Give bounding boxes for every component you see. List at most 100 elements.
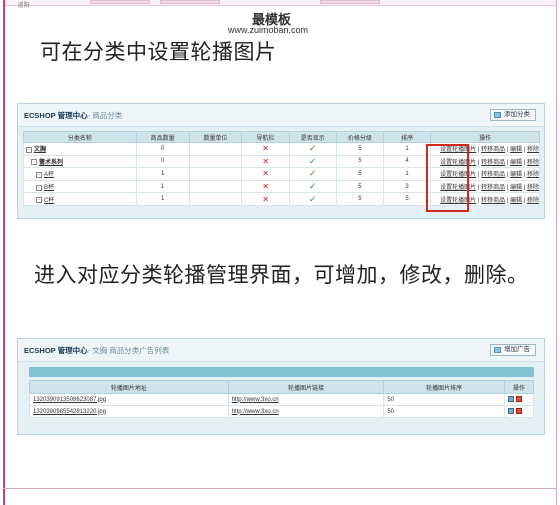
image-url-link[interactable]: http://www.3xo.cn <box>232 397 279 403</box>
nav-status[interactable]: ✕ <box>241 167 290 181</box>
top-strip <box>5 0 556 6</box>
price-grade: 5 <box>335 142 385 156</box>
column-header[interactable]: 排序 <box>383 131 432 143</box>
nav-status[interactable]: ✕ <box>241 179 290 194</box>
table-top-band <box>29 367 534 377</box>
show-status[interactable]: ✓ <box>288 192 337 206</box>
table-row: - B杯 1 ✕ ✓ 5 3 设置轮播图片 | 转移商品 | 编辑 | 移除 <box>23 179 540 194</box>
category-name[interactable]: A杯 <box>44 172 54 178</box>
move-goods-link[interactable]: 转移商品 <box>481 160 505 166</box>
image-link-cell: http://www.3xo.cn <box>227 393 385 406</box>
delete-icon[interactable] <box>516 396 522 403</box>
collapse-toggle[interactable]: - <box>26 146 32 153</box>
nav-status[interactable]: ✕ <box>241 142 290 156</box>
show-status[interactable]: ✓ <box>288 167 337 181</box>
set-banner-link[interactable]: 设置轮播图片 <box>440 147 476 153</box>
collapse-toggle[interactable]: - <box>36 197 42 204</box>
x-mark-icon: ✕ <box>262 169 269 179</box>
x-mark-icon: ✕ <box>262 194 269 204</box>
goods-count: 0 <box>135 154 190 169</box>
edit-icon[interactable] <box>508 408 514 415</box>
check-icon: ✓ <box>308 143 317 154</box>
image-file-link[interactable]: 1320390985542813220.jpg <box>33 409 106 415</box>
category-name-cell: - B杯 <box>23 179 137 194</box>
category-name[interactable]: 文胸 <box>34 147 46 153</box>
set-banner-link[interactable]: 设置轮播图片 <box>440 160 476 166</box>
price-grade: 5 <box>335 154 385 169</box>
move-goods-link[interactable]: 转移商品 <box>481 147 505 153</box>
add-category-button[interactable]: 添加分类 <box>490 109 536 121</box>
right-border <box>556 0 557 505</box>
table-row: - 蕾术系列 0 ✕ ✓ 5 4 设置轮播图片 | 转移商品 | 编辑 | 移除 <box>23 154 540 169</box>
edit-link[interactable]: 编辑 <box>510 172 522 178</box>
column-header: 轮播图片链接 <box>227 380 385 394</box>
edit-link[interactable]: 编辑 <box>510 185 522 191</box>
table-row: - A杯 1 ✕ ✓ 5 1 设置轮播图片 | 转移商品 | 编辑 | 移除 <box>23 167 540 181</box>
panel-title: ECSHOP 管理中心- 商品分类 <box>24 111 123 120</box>
show-status[interactable]: ✓ <box>288 154 337 169</box>
category-name[interactable]: B杯 <box>44 185 54 191</box>
edit-link[interactable]: 编辑 <box>510 147 522 153</box>
image-address: 1320390985542813220.jpg <box>29 405 229 418</box>
sort-order: 1 <box>383 167 432 181</box>
category-name[interactable]: 蕾术系列 <box>39 160 63 166</box>
add-ad-button[interactable]: 增加广告 <box>490 344 536 356</box>
edit-link[interactable]: 编辑 <box>510 160 522 166</box>
image-file-link[interactable]: 1320390913508623087.jpg <box>33 397 106 403</box>
measure-unit <box>188 142 243 156</box>
collapse-toggle[interactable]: - <box>36 171 42 178</box>
delete-icon[interactable] <box>516 408 522 415</box>
show-status[interactable]: ✓ <box>288 179 337 194</box>
category-name[interactable]: C杯 <box>44 198 54 204</box>
image-sort: 50 <box>383 405 505 418</box>
table-header-row: 轮播图片地址 轮播图片链接 轮播图片排序 操作 <box>29 380 534 394</box>
column-header[interactable]: 价格分级 <box>335 131 385 143</box>
edit-icon[interactable] <box>508 396 514 403</box>
table-row: - 文胸 0 ✕ ✓ 5 1 设置轮播图片 | 转移商品 | 编辑 | 移除 <box>23 142 540 156</box>
remove-link[interactable]: 移除 <box>527 198 539 204</box>
table-row: 1320390985542813220.jpg http://www.3xo.c… <box>29 405 534 418</box>
top-tab-fragment <box>320 0 380 4</box>
operations-cell: 设置轮播图片 | 转移商品 | 编辑 | 移除 <box>430 142 540 156</box>
collapse-toggle[interactable]: - <box>36 184 42 191</box>
column-header[interactable]: 数量单位 <box>188 131 243 143</box>
column-header[interactable]: 导航栏 <box>241 131 290 143</box>
column-header[interactable]: 商品数量 <box>135 131 190 143</box>
left-border <box>3 0 5 505</box>
nav-status[interactable]: ✕ <box>241 154 290 169</box>
nav-status[interactable]: ✕ <box>241 192 290 206</box>
column-header[interactable]: 是否显示 <box>288 131 337 143</box>
goods-count: 1 <box>135 167 190 181</box>
banner-table: 轮播图片地址 轮播图片链接 轮播图片排序 操作 1320390913508623… <box>29 380 534 418</box>
goods-count: 1 <box>135 179 190 194</box>
add-icon <box>494 112 501 118</box>
operations-cell: 设置轮播图片 | 转移商品 | 编辑 | 移除 <box>430 192 540 206</box>
edit-link[interactable]: 编辑 <box>510 198 522 204</box>
show-status[interactable]: ✓ <box>288 142 337 156</box>
column-header[interactable]: 分类名称 <box>23 131 137 143</box>
category-panel: ECSHOP 管理中心- 商品分类 添加分类 分类名称 商品数量 数量单位 导航… <box>17 103 545 219</box>
set-banner-link[interactable]: 设置轮播图片 <box>440 198 476 204</box>
set-banner-link[interactable]: 设置轮播图片 <box>440 172 476 178</box>
operations-cell: 设置轮播图片 | 转移商品 | 编辑 | 移除 <box>430 154 540 169</box>
move-goods-link[interactable]: 转移商品 <box>481 198 505 204</box>
table-row: - C杯 1 ✕ ✓ 5 5 设置轮播图片 | 转移商品 | 编辑 | 移除 <box>23 192 540 206</box>
goods-count: 1 <box>135 192 190 206</box>
panel-header: ECSHOP 管理中心- 文胸 商品分类广告列表 增加广告 <box>18 339 544 362</box>
top-tab-fragment <box>160 0 220 4</box>
move-goods-link[interactable]: 转移商品 <box>481 185 505 191</box>
remove-link[interactable]: 移除 <box>527 160 539 166</box>
category-name-cell: - A杯 <box>23 167 137 181</box>
category-table: 分类名称 商品数量 数量单位 导航栏 是否显示 价格分级 排序 操作 - 文胸 0… <box>23 131 540 206</box>
remove-link[interactable]: 移除 <box>527 147 539 153</box>
image-sort: 50 <box>383 393 505 406</box>
collapse-toggle[interactable]: - <box>31 159 37 166</box>
table-header-row: 分类名称 商品数量 数量单位 导航栏 是否显示 价格分级 排序 操作 <box>23 131 540 143</box>
price-grade: 5 <box>335 179 385 194</box>
remove-link[interactable]: 移除 <box>527 172 539 178</box>
move-goods-link[interactable]: 转移商品 <box>481 172 505 178</box>
remove-link[interactable]: 移除 <box>527 185 539 191</box>
image-url-link[interactable]: http://www.3xo.cn <box>232 409 279 415</box>
set-banner-link[interactable]: 设置轮播图片 <box>440 185 476 191</box>
watermark-url: www.zuimoban.com <box>228 25 309 35</box>
